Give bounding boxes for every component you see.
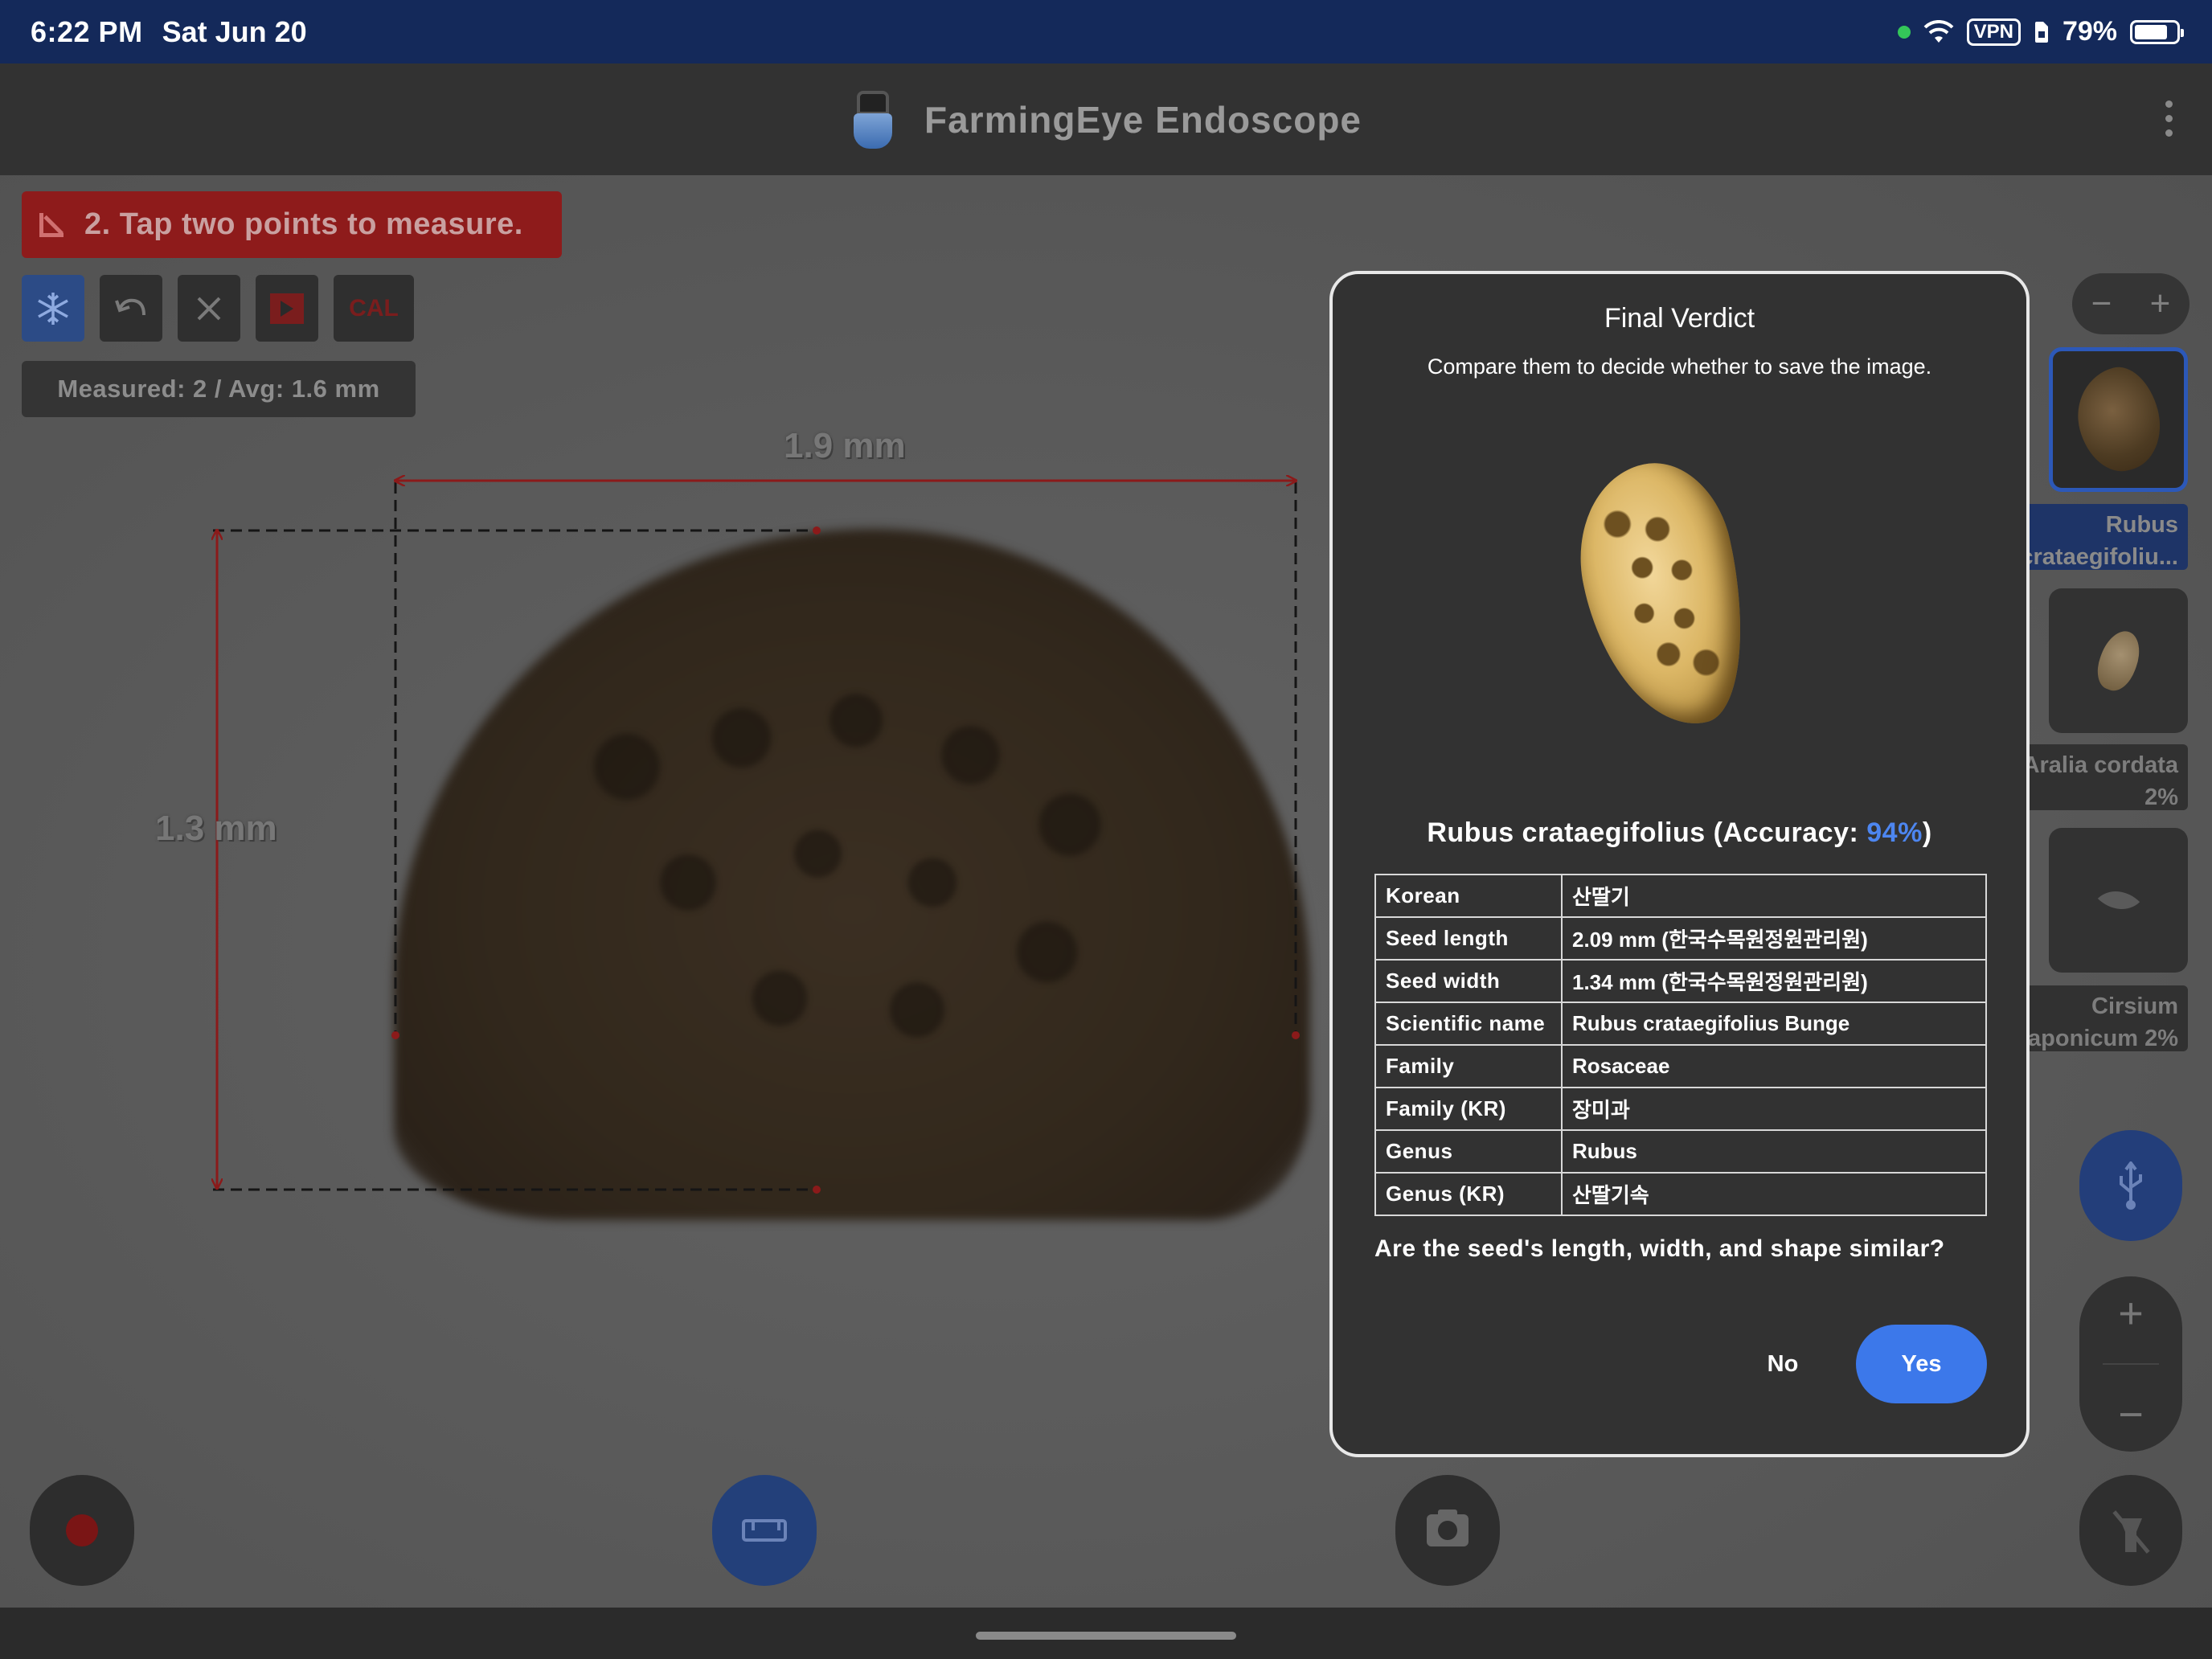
row-value: 1.34 mm (한국수목원정원관리원) <box>1561 959 1987 1003</box>
measured-summary: Measured: 2 / Avg: 1.6 mm <box>22 361 416 417</box>
endoscope-icon <box>850 90 895 149</box>
record-icon <box>66 1514 98 1546</box>
candidate-thumbnail[interactable] <box>2049 588 2188 733</box>
vpn-badge: VPN <box>1966 18 2021 46</box>
ruler-icon <box>742 1519 787 1542</box>
zoom-out-button[interactable]: − <box>2091 284 2112 324</box>
measure-mode-button[interactable] <box>712 1475 817 1586</box>
row-key: Scientific name <box>1374 1002 1563 1046</box>
status-bar: 6:22 PM Sat Jun 20 VPN 79% <box>0 0 2212 63</box>
zoom-in-button[interactable]: + <box>2150 284 2171 324</box>
instruction-banner: 2. Tap two points to measure. <box>22 191 562 258</box>
width-measure-label: 1.9 mm <box>784 426 906 465</box>
row-key: Korean <box>1374 874 1563 918</box>
wifi-icon <box>1923 19 1953 43</box>
row-key: Genus <box>1374 1129 1563 1174</box>
zoom-divider <box>2103 1362 2159 1365</box>
verdict-suffix: ) <box>1922 817 1932 848</box>
camera-in-use-dot-icon <box>1897 25 1911 39</box>
seed-thumbnail-image <box>2090 625 2147 696</box>
row-key: Family <box>1374 1044 1563 1088</box>
app-bar: FarmingEye Endoscope <box>0 63 2212 175</box>
row-key: Seed length <box>1374 916 1563 961</box>
usb-icon <box>2120 1161 2142 1210</box>
status-date: Sat Jun 20 <box>162 14 307 48</box>
table-row: Seed width 1.34 mm (한국수목원정원관리원) <box>1374 959 1987 1003</box>
camera-zoom-in-button[interactable]: + <box>2118 1288 2144 1338</box>
battery-icon <box>2130 19 2184 44</box>
table-row: Genus (KR) 산딸기속 <box>1374 1172 1987 1216</box>
sim-icon <box>2034 21 2048 43</box>
row-value: 장미과 <box>1561 1087 1987 1131</box>
home-indicator[interactable] <box>976 1632 1236 1640</box>
undo-icon <box>115 298 145 315</box>
similarity-question: Are the seed's length, width, and shape … <box>1374 1235 1945 1262</box>
set-square-icon <box>39 212 63 237</box>
camera-zoom-out-button[interactable]: − <box>2118 1390 2144 1440</box>
table-row: Korean 산딸기 <box>1374 874 1987 918</box>
row-value: Rubus crataegifolius Bunge <box>1561 1002 1987 1046</box>
flash-off-icon <box>2112 1509 2150 1554</box>
close-icon <box>197 297 221 320</box>
table-row: Family Rosaceae <box>1374 1044 1987 1088</box>
measure-point <box>391 1031 399 1039</box>
camera-icon <box>1427 1509 1469 1546</box>
kebab-menu-icon[interactable] <box>2165 100 2173 137</box>
dialog-title: Final Verdict <box>1604 303 1755 334</box>
measure-point <box>1292 1031 1300 1039</box>
table-row: Scientific name Rubus crataegifolius Bung… <box>1374 1002 1987 1046</box>
table-row: Family (KR) 장미과 <box>1374 1087 1987 1131</box>
species-info-table: Korean 산딸기 Seed length 2.09 mm (한국수목원정원관리원… <box>1374 874 1987 1216</box>
undo-button[interactable] <box>100 275 162 342</box>
record-button[interactable] <box>30 1475 134 1586</box>
status-time: 6:22 PM <box>31 14 143 48</box>
candidate-thumbnail[interactable] <box>2049 347 2188 492</box>
row-key: Family (KR) <box>1374 1087 1563 1131</box>
accuracy-value: 94% <box>1866 817 1923 848</box>
freeze-button[interactable] <box>22 275 84 342</box>
flash-toggle-button[interactable] <box>2079 1475 2182 1586</box>
no-button[interactable]: No <box>1743 1325 1823 1403</box>
table-row: Genus Rubus <box>1374 1129 1987 1174</box>
status-indicators: VPN 79% <box>1897 0 2184 63</box>
dialog-subtitle: Compare them to decide whether to save t… <box>1427 354 1932 379</box>
row-value: 산딸기 <box>1561 874 1987 918</box>
table-row: Seed length 2.09 mm (한국수목원정원관리원) <box>1374 916 1987 961</box>
play-button[interactable] <box>256 275 318 342</box>
height-measure-label: 1.3 mm <box>155 809 277 848</box>
battery-percent: 79% <box>2062 16 2117 47</box>
usb-button[interactable] <box>2079 1130 2182 1241</box>
app-title: FarmingEye Endoscope <box>924 98 1362 141</box>
play-icon <box>270 293 304 324</box>
snowflake-icon <box>38 292 68 325</box>
yes-button[interactable]: Yes <box>1856 1325 1987 1403</box>
calibrate-button[interactable]: CAL <box>334 275 414 342</box>
thumbnail-zoom-control: − + <box>2072 273 2189 334</box>
row-key: Seed width <box>1374 959 1563 1003</box>
verdict-result: Rubus crataegifolius (Accuracy: 94%) <box>1333 817 2026 849</box>
row-value: 산딸기속 <box>1561 1172 1987 1216</box>
row-value: Rubus <box>1561 1129 1987 1174</box>
instruction-text: 2. Tap two points to measure. <box>84 207 523 241</box>
clear-button[interactable] <box>178 275 240 342</box>
camera-zoom-control: + − <box>2079 1276 2182 1452</box>
seed-thumbnail-image <box>2066 359 2171 480</box>
final-verdict-dialog: Final Verdict Compare them to decide whe… <box>1329 271 2030 1457</box>
measure-point <box>813 526 821 535</box>
candidate-thumbnail[interactable] <box>2049 828 2188 973</box>
verdict-species: Rubus crataegifolius (Accuracy: <box>1427 817 1867 848</box>
row-value: Rosaceae <box>1561 1044 1987 1088</box>
measure-point <box>813 1186 821 1194</box>
leaf-placeholder-icon <box>2097 879 2140 922</box>
row-key: Genus (KR) <box>1374 1172 1563 1216</box>
reference-seed-image <box>1561 449 1767 742</box>
row-value: 2.09 mm (한국수목원정원관리원) <box>1561 916 1987 961</box>
capture-button[interactable] <box>1395 1475 1500 1586</box>
